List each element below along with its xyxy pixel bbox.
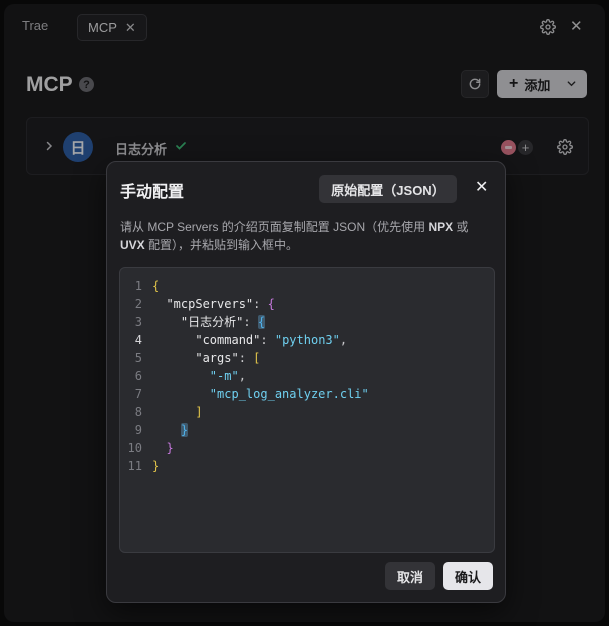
code-token: "mcp_log_analyzer.cli"	[209, 387, 369, 401]
line-number: 6	[134, 369, 142, 383]
code-token: [	[253, 351, 261, 365]
code-text: "command": "python3",	[152, 331, 347, 349]
code-text: "日志分析": {	[152, 313, 266, 331]
code-token: :	[243, 315, 258, 329]
code-token: "python3"	[274, 333, 340, 347]
line-number: 2	[134, 297, 142, 311]
code-text: "-m",	[152, 367, 246, 385]
code-text: }	[152, 457, 159, 475]
line-number: 9	[134, 423, 142, 437]
code-token: ]	[195, 405, 203, 419]
confirm-button[interactable]: 确认	[443, 562, 493, 590]
code-token: :	[260, 333, 275, 347]
code-text: ]	[152, 403, 203, 421]
code-token: :	[238, 351, 254, 365]
raw-config-button[interactable]: 原始配置（JSON）	[319, 175, 457, 203]
dialog-description: 请从 MCP Servers 的介绍页面复制配置 JSON（优先使用 NPX 或…	[120, 218, 492, 254]
code-text: "mcpServers": {	[152, 295, 275, 313]
line-number: 8	[134, 405, 142, 419]
code-token: }	[166, 441, 174, 455]
code-text: "args": [	[152, 349, 260, 367]
code-token: }	[152, 459, 160, 473]
json-editor[interactable]: 1{2 "mcpServers": {3 "日志分析": {4 "command…	[119, 267, 495, 553]
dialog-close-icon[interactable]: ✕	[475, 177, 488, 197]
code-token: {	[267, 297, 275, 311]
code-text: }	[152, 421, 189, 439]
code-token: "日志分析"	[180, 315, 244, 329]
desc-npx: NPX	[428, 220, 454, 234]
line-number: 11	[127, 459, 142, 473]
code-token: {	[257, 315, 266, 329]
line-number: 3	[134, 315, 142, 329]
code-token: :	[253, 297, 268, 311]
dialog-title: 手动配置	[120, 184, 185, 201]
desc-text: 或	[453, 220, 469, 234]
code-token: }	[180, 423, 189, 437]
manual-config-dialog: 手动配置 原始配置（JSON） ✕ 请从 MCP Servers 的介绍页面复制…	[106, 161, 506, 603]
line-number: 4	[134, 333, 142, 347]
code-token: "mcpServers"	[166, 297, 254, 311]
code-text: "mcp_log_analyzer.cli"	[152, 385, 369, 403]
line-number: 10	[127, 441, 142, 455]
code-token: "args"	[195, 351, 239, 365]
code-text: }	[152, 439, 174, 457]
desc-text: 配置），并粘贴到输入框中。	[144, 238, 299, 252]
code-token: "command"	[195, 333, 261, 347]
desc-uvx: UVX	[120, 238, 145, 252]
line-number: 7	[134, 387, 142, 401]
line-number: 1	[134, 279, 142, 293]
code-token: ,	[238, 369, 246, 383]
code-text: {	[152, 277, 159, 295]
cancel-button[interactable]: 取消	[385, 562, 435, 590]
code-token: "-m"	[209, 369, 239, 383]
line-number: 5	[134, 351, 142, 365]
code-token: ,	[339, 333, 348, 347]
code-token: {	[152, 279, 160, 293]
desc-text: 请从 MCP Servers 的介绍页面复制配置 JSON（优先使用	[120, 220, 429, 234]
